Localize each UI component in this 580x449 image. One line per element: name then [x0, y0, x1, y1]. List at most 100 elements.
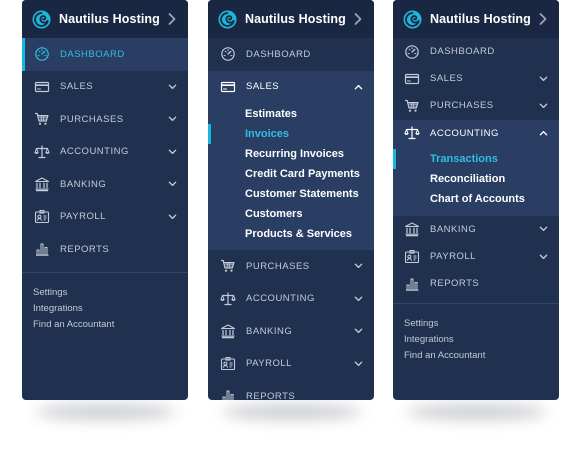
credit-card-icon — [34, 79, 50, 95]
sidebar-item-label: REPORTS — [246, 390, 296, 400]
brand-name: Nautilus Hosting — [59, 12, 160, 26]
chevron-up-icon — [539, 130, 548, 136]
sidebar-item-payroll[interactable]: PAYROLL — [208, 348, 374, 381]
bar-chart-icon — [34, 241, 50, 257]
brand-header[interactable]: Nautilus Hosting — [208, 0, 374, 38]
sidebar-item-payroll[interactable]: PAYROLL — [393, 243, 559, 270]
sidebar-item-label: ACCOUNTING — [60, 146, 129, 158]
chevron-down-icon — [354, 361, 363, 367]
sidebar-item-purchases[interactable]: PURCHASES — [22, 103, 188, 136]
credit-card-icon — [404, 71, 420, 87]
sidebar-item-label: BANKING — [430, 223, 477, 235]
sales-submenu: Estimates Invoices Recurring Invoices Cr… — [208, 103, 374, 250]
nautilus-logo-icon — [32, 10, 51, 29]
submenu-item-invoices[interactable]: Invoices — [208, 124, 374, 144]
sidebar-item-purchases[interactable]: PURCHASES — [393, 92, 559, 119]
sidebar-item-payroll[interactable]: PAYROLL — [22, 201, 188, 234]
bar-chart-icon — [220, 388, 236, 400]
shopping-cart-icon — [220, 258, 236, 274]
sidebar-item-accounting[interactable]: ACCOUNTING — [393, 119, 559, 147]
chevron-down-icon — [354, 328, 363, 334]
sidebar-item-sales[interactable]: SALES — [393, 65, 559, 92]
shopping-cart-icon — [34, 111, 50, 127]
sidebar-item-dashboard[interactable]: DASHBOARD — [208, 38, 374, 71]
scales-icon — [404, 125, 420, 141]
sidebar-item-label: PURCHASES — [246, 260, 310, 272]
submenu-item-chart-of-accounts[interactable]: Chart of Accounts — [393, 189, 559, 209]
sidebar-item-reports[interactable]: REPORTS — [393, 270, 559, 297]
sidebar-item-dashboard[interactable]: DASHBOARD — [393, 38, 559, 65]
nautilus-logo-icon — [403, 10, 422, 29]
chevron-down-icon — [539, 226, 548, 232]
sidebar-item-label: BANKING — [60, 178, 107, 190]
sidebar-sales-expanded: Nautilus Hosting DASHBOARD SALES Estimat… — [208, 0, 374, 400]
brand-header[interactable]: Nautilus Hosting — [22, 0, 188, 38]
sidebar-item-banking[interactable]: BANKING — [208, 315, 374, 348]
payroll-id-icon — [404, 249, 420, 265]
submenu-item-products-services[interactable]: Products & Services — [208, 224, 374, 244]
find-accountant-link[interactable]: Find an Accountant — [33, 317, 188, 333]
sidebar-item-label: SALES — [246, 81, 280, 93]
sidebar-item-accounting[interactable]: ACCOUNTING — [208, 283, 374, 316]
chevron-right-icon[interactable] — [352, 12, 364, 26]
sidebar-item-reports[interactable]: REPORTS — [22, 233, 188, 266]
submenu-item-credit-card-payments[interactable]: Credit Card Payments — [208, 164, 374, 184]
settings-link[interactable]: Settings — [404, 316, 559, 332]
sidebar-item-banking[interactable]: BANKING — [393, 216, 559, 243]
accounting-submenu: Transactions Reconciliation Chart of Acc… — [393, 146, 559, 216]
chevron-right-icon[interactable] — [166, 12, 178, 26]
panel-shadow — [407, 404, 547, 420]
chevron-down-icon — [539, 103, 548, 109]
sidebar-item-label: SALES — [60, 81, 94, 93]
sidebar-collapsed: Nautilus Hosting DASHBOARD SALES PURCHAS… — [22, 0, 188, 400]
panel-shadow — [36, 404, 176, 420]
sidebar-item-sales[interactable]: SALES — [22, 71, 188, 104]
sidebar-item-dashboard[interactable]: DASHBOARD — [22, 38, 188, 71]
brand-header[interactable]: Nautilus Hosting — [393, 0, 559, 38]
submenu-item-recurring-invoices[interactable]: Recurring Invoices — [208, 144, 374, 164]
submenu-item-customer-statements[interactable]: Customer Statements — [208, 184, 374, 204]
sidebar-item-label: ACCOUNTING — [246, 293, 315, 305]
sidebar-item-label: DASHBOARD — [430, 46, 495, 58]
integrations-link[interactable]: Integrations — [404, 332, 559, 348]
sidebar-item-purchases[interactable]: PURCHASES — [208, 250, 374, 283]
sidebar-footer: Settings Integrations Find an Accountant — [22, 273, 188, 333]
shopping-cart-icon — [404, 98, 420, 114]
submenu-item-estimates[interactable]: Estimates — [208, 104, 374, 124]
submenu-item-customers[interactable]: Customers — [208, 204, 374, 224]
chevron-down-icon — [539, 76, 548, 82]
sidebar-item-label: DASHBOARD — [60, 48, 125, 60]
sidebar-item-banking[interactable]: BANKING — [22, 168, 188, 201]
integrations-link[interactable]: Integrations — [33, 301, 188, 317]
sidebar-item-label: REPORTS — [60, 243, 110, 255]
sidebar-item-label: PURCHASES — [430, 100, 494, 112]
sidebar-item-accounting[interactable]: ACCOUNTING — [22, 136, 188, 169]
scales-icon — [34, 144, 50, 160]
brand-name: Nautilus Hosting — [245, 12, 346, 26]
find-accountant-link[interactable]: Find an Accountant — [404, 348, 559, 364]
panel-shadow — [222, 404, 362, 420]
scales-icon — [220, 291, 236, 307]
nautilus-logo-icon — [218, 10, 237, 29]
brand-name: Nautilus Hosting — [430, 12, 531, 26]
sidebar-item-sales[interactable]: SALES — [208, 70, 374, 103]
bank-icon — [34, 176, 50, 192]
sidebar-item-reports[interactable]: REPORTS — [208, 380, 374, 400]
sidebar-footer: Settings Integrations Find an Accountant — [393, 304, 559, 364]
chevron-right-icon[interactable] — [537, 12, 549, 26]
sidebar-item-label: PURCHASES — [60, 113, 124, 125]
chevron-down-icon — [168, 181, 177, 187]
sidebar-item-label: ACCOUNTING — [430, 127, 499, 139]
settings-link[interactable]: Settings — [33, 285, 188, 301]
submenu-item-reconciliation[interactable]: Reconciliation — [393, 169, 559, 189]
chevron-down-icon — [168, 214, 177, 220]
chevron-down-icon — [168, 149, 177, 155]
sidebar-item-label: PAYROLL — [430, 251, 476, 263]
dashboard-gauge-icon — [34, 46, 50, 62]
chevron-down-icon — [354, 296, 363, 302]
sidebar-item-label: PAYROLL — [246, 358, 292, 370]
sidebar-item-label: PAYROLL — [60, 211, 106, 223]
sidebar-item-label: DASHBOARD — [246, 48, 311, 60]
submenu-item-transactions[interactable]: Transactions — [393, 148, 559, 169]
sidebar-item-label: REPORTS — [430, 278, 480, 290]
